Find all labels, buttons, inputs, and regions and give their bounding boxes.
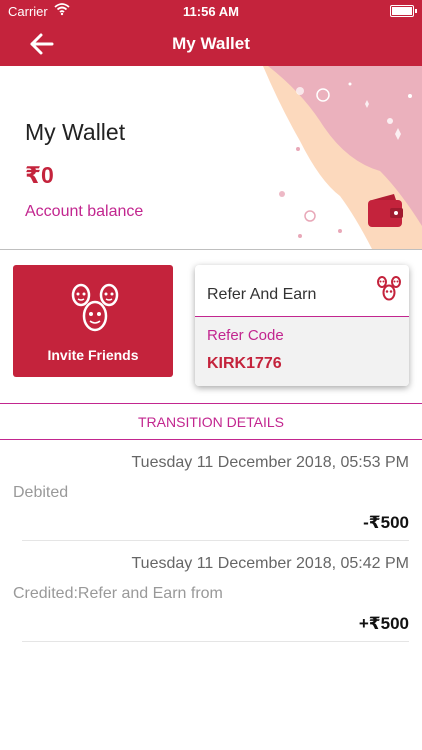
balance-label: Account balance <box>25 203 144 220</box>
row-divider <box>22 540 409 541</box>
refer-title: Refer And Earn <box>207 286 317 303</box>
refer-code-value[interactable]: KIRK1776 <box>207 355 282 373</box>
balance-amount: ₹0 <box>25 162 54 188</box>
status-bar: Carrier 11:56 AM <box>0 0 422 22</box>
nav-title: My Wallet <box>172 34 250 53</box>
decorative-wave-illustration <box>263 66 422 249</box>
transaction-amount: +₹500 <box>358 614 409 633</box>
friends-faces-icon <box>375 276 403 307</box>
invite-friends-button[interactable]: Invite Friends <box>13 265 173 377</box>
invite-friends-label: Invite Friends <box>47 347 139 363</box>
transaction-row: Tuesday 11 December 2018, 05:42 PM Credi… <box>0 542 422 642</box>
navigation-bar: My Wallet <box>0 22 422 66</box>
transaction-row: Tuesday 11 December 2018, 05:53 PM Debit… <box>0 441 422 541</box>
friends-faces-icon <box>71 283 119 340</box>
transaction-date: Tuesday 11 December 2018, 05:53 PM <box>131 454 410 471</box>
transaction-description: Credited:Refer and Earn from <box>13 585 223 602</box>
transaction-amount: -₹500 <box>363 513 409 532</box>
row-divider <box>22 641 409 642</box>
wallet-balance-card: My Wallet ₹0 Account balance <box>0 66 422 250</box>
refer-card-header: Refer And Earn <box>195 265 409 317</box>
clock: 11:56 AM <box>183 4 239 19</box>
transaction-description: Debited <box>13 484 69 501</box>
refer-code-section: Refer Code KIRK1776 <box>195 317 409 386</box>
refer-code-label: Refer Code <box>207 327 284 344</box>
battery-icon <box>390 5 417 17</box>
transactions-section-header: TRANSITION DETAILS <box>0 403 422 440</box>
transaction-date: Tuesday 11 December 2018, 05:42 PM <box>131 555 410 572</box>
wallet-heading: My Wallet <box>25 119 126 145</box>
refer-and-earn-card[interactable]: Refer And Earn Refer Code KIRK1776 <box>195 265 409 386</box>
